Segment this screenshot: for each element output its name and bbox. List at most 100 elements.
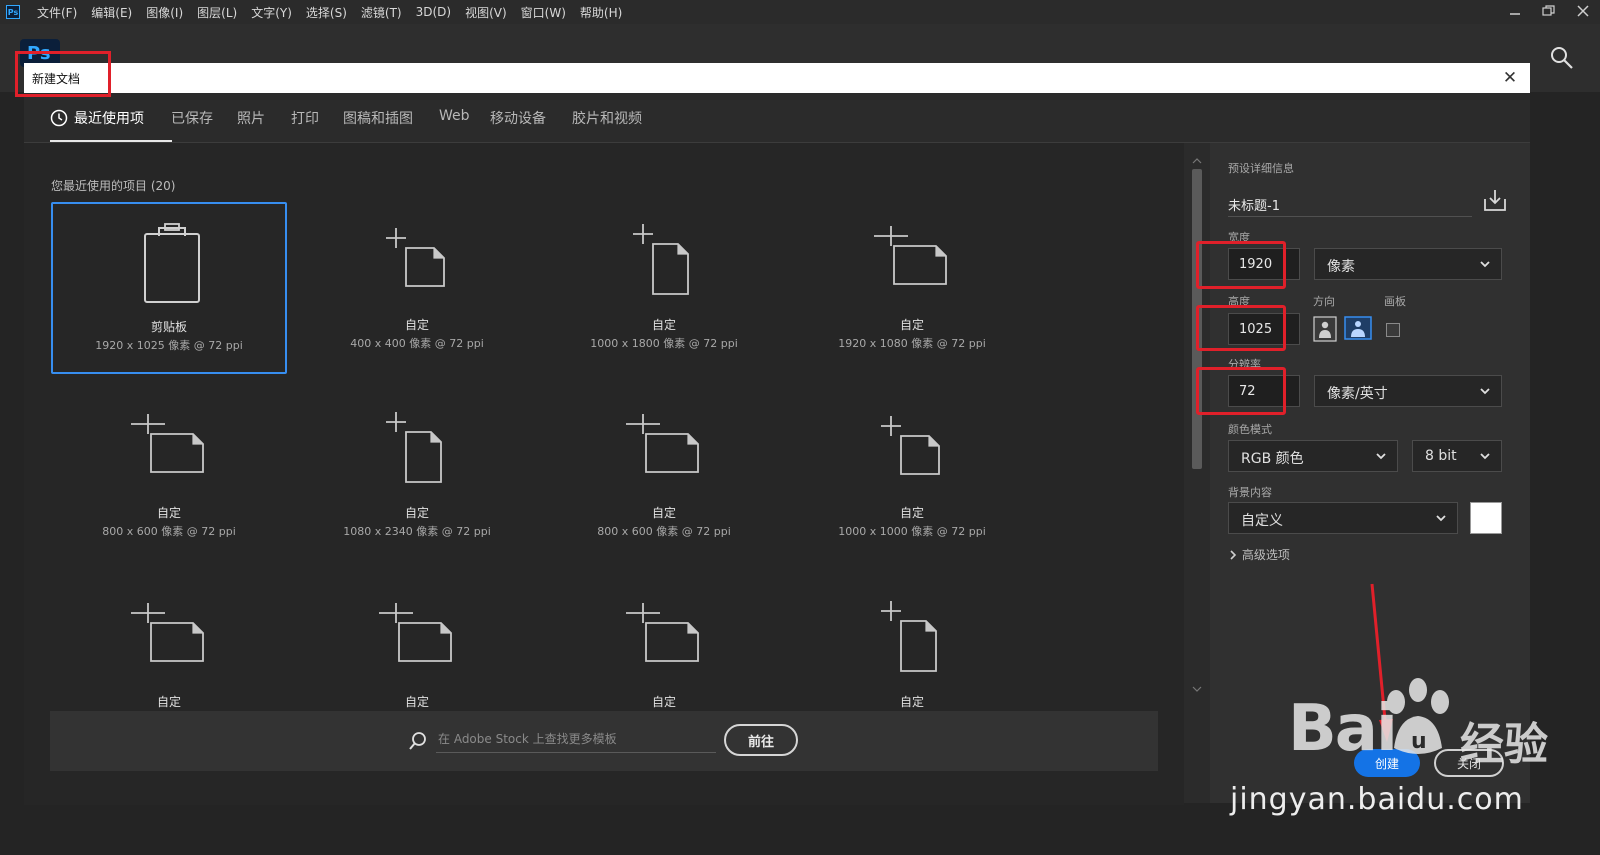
landscape-document-icon: [626, 414, 699, 473]
stock-search-input[interactable]: [436, 725, 716, 753]
preset-dimensions: 800 x 600 像素 @ 72 ppi: [102, 525, 236, 538]
square-document-icon: [386, 228, 445, 287]
resolution-unit-select[interactable]: 像素/英寸: [1314, 375, 1502, 407]
preset-name: 自定: [899, 506, 924, 520]
bit-depth-select[interactable]: 8 bit: [1412, 440, 1502, 472]
preset-dimensions: 1080 x 2340 像素 @ 72 ppi: [343, 525, 491, 538]
portrait-orientation-icon[interactable]: [1313, 316, 1339, 342]
background-color-swatch[interactable]: [1470, 502, 1502, 534]
preset-card[interactable]: 自定 1080 x 2340 像素 @ 72 ppi: [299, 390, 535, 562]
preset-name: 自定: [651, 318, 676, 332]
menu-file[interactable]: 文件(F): [30, 4, 84, 21]
chevron-down-icon: [1480, 261, 1490, 268]
preset-card[interactable]: 剪贴板 1920 x 1025 像素 @ 72 ppi: [51, 202, 287, 374]
preset-details-heading: 预设详细信息: [1228, 162, 1294, 175]
menu-edit[interactable]: 编辑(E): [84, 4, 139, 21]
paw-icon: u: [1387, 678, 1449, 754]
restore-icon[interactable]: [1532, 0, 1566, 22]
preset-name: 自定: [404, 695, 429, 709]
menu-view[interactable]: 视图(V): [458, 4, 514, 21]
recent-presets-pane: 您最近使用的项目 (20) 剪贴板 1920 x 1025 像素 @ 72 ppi…: [24, 143, 1184, 805]
preset-card[interactable]: 自定 1920 x 1080 像素 @ 72 ppi: [794, 202, 1030, 374]
background-label: 背景内容: [1228, 486, 1272, 499]
preset-name: 自定: [156, 506, 181, 520]
chevron-down-icon: [1376, 453, 1386, 460]
preset-dimensions: 1920 x 1025 像素 @ 72 ppi: [95, 339, 243, 352]
preset-dimensions: 1000 x 1000 像素 @ 72 ppi: [838, 525, 986, 538]
tab-recent[interactable]: 最近使用项: [74, 108, 144, 128]
preset-card[interactable]: 自定 1000 x 1000 像素 @ 72 ppi: [794, 390, 1030, 562]
close-icon[interactable]: [1566, 0, 1600, 22]
menu-3d[interactable]: 3D(D): [409, 5, 458, 19]
svg-text:u: u: [1411, 729, 1427, 754]
color-mode-label: 颜色模式: [1228, 423, 1272, 436]
landscape-orientation-icon[interactable]: [1344, 316, 1372, 342]
menu-bar: Ps 文件(F) 编辑(E) 图像(I) 图层(L) 文字(Y) 选择(S) 滤…: [0, 0, 1600, 24]
dialog-close-icon[interactable]: ✕: [1500, 67, 1520, 89]
tab-saved[interactable]: 已保存: [171, 108, 213, 128]
landscape-document-icon: [379, 603, 452, 662]
chevron-right-icon: [1230, 550, 1237, 560]
preset-card[interactable]: 自定 400 x 400 像素 @ 72 ppi: [299, 202, 535, 374]
window-controls: [1498, 0, 1600, 22]
dialog-title-bar: 新建文档 ✕: [24, 63, 1530, 93]
preset-dimensions: 1000 x 1800 像素 @ 72 ppi: [590, 337, 738, 350]
preset-name: 自定: [156, 695, 181, 709]
menu-type[interactable]: 文字(Y): [244, 4, 299, 21]
menu-layer[interactable]: 图层(L): [190, 4, 244, 21]
tab-photo[interactable]: 照片: [237, 108, 265, 128]
chevron-down-icon: [1480, 388, 1490, 395]
landscape-document-icon: [874, 226, 947, 285]
tab-film-video[interactable]: 胶片和视频: [572, 108, 642, 128]
tab-mobile[interactable]: 移动设备: [490, 108, 546, 128]
app-icon: Ps: [6, 5, 20, 19]
menu-select[interactable]: 选择(S): [299, 4, 354, 21]
minimize-icon[interactable]: [1498, 0, 1532, 22]
photoshop-window: Ps 文件(F) 编辑(E) 图像(I) 图层(L) 文字(Y) 选择(S) 滤…: [0, 0, 1600, 855]
preset-card[interactable]: 自定 1000 x 1800 像素 @ 72 ppi: [546, 202, 782, 374]
chevron-down-icon: [1436, 515, 1446, 522]
go-button[interactable]: 前往: [724, 724, 798, 756]
menu-help[interactable]: 帮助(H): [573, 4, 629, 21]
baidu-watermark: Bai u 经验: [1228, 668, 1600, 848]
annotation-box-title: [15, 51, 111, 97]
portrait-document-icon: [633, 224, 689, 295]
preset-name: 自定: [404, 318, 429, 332]
recent-count: (20): [150, 179, 176, 193]
clock-icon: [50, 109, 68, 127]
orientation-label: 方向: [1313, 295, 1335, 308]
watermark-cn: 经验: [1460, 719, 1548, 770]
menu-window[interactable]: 窗口(W): [514, 4, 573, 21]
search-icon[interactable]: [1550, 46, 1574, 70]
preset-name: 自定: [899, 695, 924, 709]
annotation-box-width: [1196, 241, 1286, 289]
color-mode-select[interactable]: RGB 颜色: [1228, 440, 1398, 472]
active-tab-indicator: [50, 140, 172, 142]
menu-image[interactable]: 图像(I): [139, 4, 190, 21]
landscape-document-icon: [131, 603, 204, 662]
portrait-document-icon: [386, 412, 442, 483]
clipboard-icon: [144, 223, 200, 303]
preset-dimensions: 1920 x 1080 像素 @ 72 ppi: [838, 337, 986, 350]
tab-art-illustration[interactable]: 图稿和插图: [343, 108, 413, 128]
landscape-document-icon: [626, 603, 699, 662]
background-select[interactable]: 自定义: [1228, 502, 1458, 534]
menu-filter[interactable]: 滤镜(T): [354, 4, 409, 21]
square-document-icon: [881, 416, 940, 475]
artboard-checkbox[interactable]: [1386, 323, 1400, 337]
tab-print[interactable]: 打印: [291, 108, 319, 128]
landscape-document-icon: [131, 414, 204, 473]
artboard-label: 画板: [1384, 295, 1406, 308]
search-icon: [409, 732, 426, 750]
adobe-stock-search-bar: 前往: [50, 711, 1158, 771]
tab-web[interactable]: Web: [439, 108, 470, 124]
document-name-input[interactable]: 未标题-1: [1228, 191, 1472, 217]
watermark-url: jingyan.baidu.com: [1230, 782, 1524, 817]
save-preset-icon[interactable]: [1482, 187, 1508, 213]
width-unit-select[interactable]: 像素: [1314, 248, 1502, 280]
preset-dimensions: 800 x 600 像素 @ 72 ppi: [597, 525, 731, 538]
preset-scrollbar[interactable]: [1190, 155, 1204, 695]
advanced-options-toggle[interactable]: 高级选项: [1228, 546, 1290, 563]
preset-card[interactable]: 自定 800 x 600 像素 @ 72 ppi: [546, 390, 782, 562]
preset-card[interactable]: 自定 800 x 600 像素 @ 72 ppi: [51, 390, 287, 562]
